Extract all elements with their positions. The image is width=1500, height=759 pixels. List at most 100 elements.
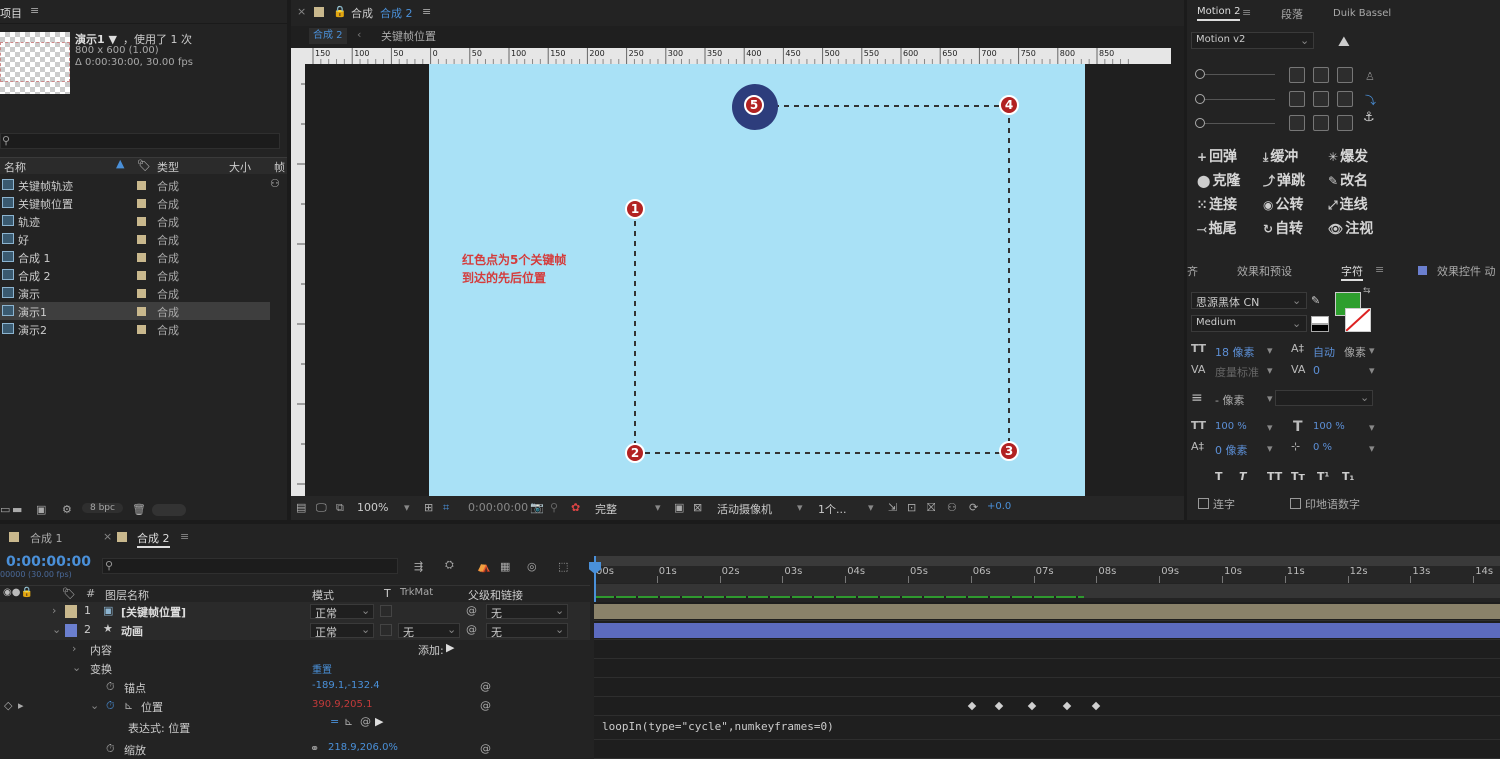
interpret-footage-icon[interactable]: ▭: [0, 503, 10, 516]
tracking-chevron-icon[interactable]: ▾: [1369, 364, 1375, 377]
motion-command-button[interactable]: ✎ 改名: [1328, 170, 1368, 190]
viewer-timecode[interactable]: 0:00:00:00: [468, 501, 528, 514]
collapse-transform-icon[interactable]: ⌄: [72, 661, 81, 674]
font-style-select[interactable]: Medium ⌄: [1191, 315, 1307, 332]
motion-command-button[interactable]: ⬤ 克隆: [1197, 170, 1240, 190]
zoom-select[interactable]: 100%: [357, 501, 388, 514]
camera-select[interactable]: 活动摄像机: [717, 501, 772, 517]
figure-icon[interactable]: ♙: [1365, 70, 1375, 83]
tab-character[interactable]: 字符: [1341, 263, 1363, 281]
reset-exposure-icon[interactable]: ⟳: [969, 501, 978, 514]
kerning-value[interactable]: 度量标准: [1215, 364, 1259, 380]
project-item[interactable]: 好 合成: [0, 230, 270, 248]
layer-row-2[interactable]: ⌄ 2 ★ 动画 正常 ⌄ 无 ⌄ @ 无 ⌄: [0, 621, 590, 640]
horizontal-ruler[interactable]: 150 100 50 0 50 100 150 200 250 300 350 400 450 500 55…: [305, 48, 1171, 64]
transparency-grid-icon[interactable]: ⊠: [693, 501, 702, 514]
label-tag-icon[interactable]: 🏷: [137, 159, 151, 172]
position-keyframe[interactable]: [994, 701, 1004, 711]
expression-row[interactable]: = ⊾ @ ▶ 表达式: 位置: [0, 715, 590, 738]
expression-graph-icon[interactable]: ⊾: [344, 715, 353, 728]
camera-snapshot-icon[interactable]: 📷: [530, 501, 544, 514]
anchor-mid-left[interactable]: [1289, 91, 1305, 107]
anchor-expression-icon[interactable]: @: [480, 680, 491, 693]
leading-chevron-icon[interactable]: ▾: [1369, 344, 1375, 357]
project-search-input[interactable]: ⚲: [0, 133, 280, 149]
baseline-shift-value[interactable]: 0 像素: [1215, 442, 1248, 458]
tracking-value[interactable]: 0: [1313, 364, 1320, 377]
layer-row-1[interactable]: › 1 ▣ [关键帧位置] 正常 ⌄ @ 无 ⌄: [0, 602, 590, 621]
position-keyframe[interactable]: [967, 701, 977, 711]
shy-layers-icon[interactable]: ⛺: [477, 560, 491, 573]
lock-icon[interactable]: 🔒: [333, 5, 347, 18]
col-layer-name[interactable]: 图层名称: [105, 587, 149, 603]
character-menu-icon[interactable]: ≡: [1375, 263, 1384, 276]
tab-duik[interactable]: Duik Bassel: [1333, 8, 1391, 19]
position-keyframe[interactable]: [1091, 701, 1101, 711]
scale-value[interactable]: 218.9,206.0%: [328, 742, 398, 753]
anchor-bottom-center[interactable]: [1313, 115, 1329, 131]
close-timeline-tab-icon[interactable]: ×: [103, 530, 112, 543]
motion-command-button[interactable]: ⤴ 弹跳: [1263, 170, 1305, 190]
timeline-menu-icon[interactable]: ≡: [180, 530, 189, 543]
anchor-row[interactable]: ⏱ 锚点 -189.1,-132.4 @: [0, 678, 590, 697]
grid-icon[interactable]: ⌗: [443, 501, 449, 515]
slider-2-knob[interactable]: [1195, 94, 1205, 104]
project-settings-icon[interactable]: ⚙: [62, 503, 72, 516]
next-keyframe-icon[interactable]: ▸: [18, 699, 24, 712]
position-expression-icon[interactable]: @: [480, 699, 491, 712]
project-item-label-color[interactable]: [137, 235, 146, 244]
project-item-label-color[interactable]: [137, 253, 146, 262]
breadcrumb-next[interactable]: 关键帧位置: [381, 28, 436, 44]
work-area-bar[interactable]: [594, 556, 1500, 566]
col-frame[interactable]: 帧: [274, 159, 285, 175]
col-parent[interactable]: 父级和链接: [468, 587, 523, 603]
layer-1-label-color[interactable]: [65, 605, 77, 618]
project-item-label-color[interactable]: [137, 217, 146, 226]
layer-2-duration-bar[interactable]: [594, 623, 1500, 638]
layer-2-preserve-transparency[interactable]: [380, 624, 392, 636]
motion-command-button[interactable]: ⤙ 拖尾: [1197, 218, 1237, 238]
expression-pickwhip-icon[interactable]: @: [360, 715, 371, 728]
slider-2-track[interactable]: [1205, 99, 1275, 100]
add-play-icon[interactable]: ▶: [446, 641, 454, 654]
always-preview-icon[interactable]: ▤: [296, 501, 306, 514]
prev-keyframe-icon[interactable]: ◇: [4, 699, 12, 712]
project-item-label-color[interactable]: [137, 199, 146, 208]
motion-blur-icon[interactable]: ◎: [527, 560, 537, 573]
label-column-icon[interactable]: 🏷: [62, 587, 76, 600]
roi-icon[interactable]: ▣: [674, 501, 684, 514]
ruler-origin[interactable]: [291, 48, 305, 64]
layer-1-parent-select[interactable]: 无 ⌄: [486, 604, 568, 620]
slider-1-track[interactable]: [1205, 74, 1275, 75]
font-family-select[interactable]: 思源黑体 CN ⌄: [1191, 292, 1307, 309]
current-timecode[interactable]: 0:00:00:00: [6, 554, 91, 570]
content-row[interactable]: › 内容 添加: ▶: [0, 640, 590, 659]
position-stopwatch-icon[interactable]: ⏱: [106, 699, 115, 713]
new-comp-icon[interactable]: ▣: [36, 503, 46, 516]
exposure-value[interactable]: +0.0: [987, 501, 1011, 512]
constrain-link-icon[interactable]: ⚭: [310, 742, 319, 755]
slider-1-knob[interactable]: [1195, 69, 1205, 79]
layer-1-pickwhip-icon[interactable]: @: [466, 604, 477, 617]
layer-2-label-color[interactable]: [65, 624, 77, 637]
project-item[interactable]: 轨迹 合成: [0, 212, 270, 230]
tsume-chevron-icon[interactable]: ▾: [1369, 442, 1375, 455]
eyedropper-icon[interactable]: ✎: [1311, 294, 1320, 307]
col-mode[interactable]: 模式: [312, 587, 334, 603]
col-name[interactable]: 名称: [4, 159, 26, 175]
motion-command-button[interactable]: 👁 注视: [1328, 218, 1373, 238]
all-caps-icon[interactable]: TT: [1267, 470, 1282, 483]
layer-1-mode-select[interactable]: 正常 ⌄: [310, 604, 374, 620]
comp-menu-icon[interactable]: ≡: [422, 5, 431, 18]
anchor-top-left[interactable]: [1289, 67, 1305, 83]
frame-blending-icon[interactable]: ▦: [500, 560, 510, 573]
project-item-label-color[interactable]: [137, 271, 146, 280]
motion-command-button[interactable]: ✳ 爆发: [1328, 146, 1368, 166]
subscript-icon[interactable]: T₁: [1342, 470, 1354, 483]
number-column[interactable]: #: [86, 587, 95, 600]
layer-2-parent-select[interactable]: 无 ⌄: [486, 623, 568, 639]
baseline-chevron-icon[interactable]: ▾: [1267, 442, 1273, 455]
show-snapshot-icon[interactable]: ⚲: [550, 501, 558, 514]
scale-expression-icon[interactable]: @: [480, 742, 491, 755]
close-tab-icon[interactable]: ×: [297, 5, 306, 18]
